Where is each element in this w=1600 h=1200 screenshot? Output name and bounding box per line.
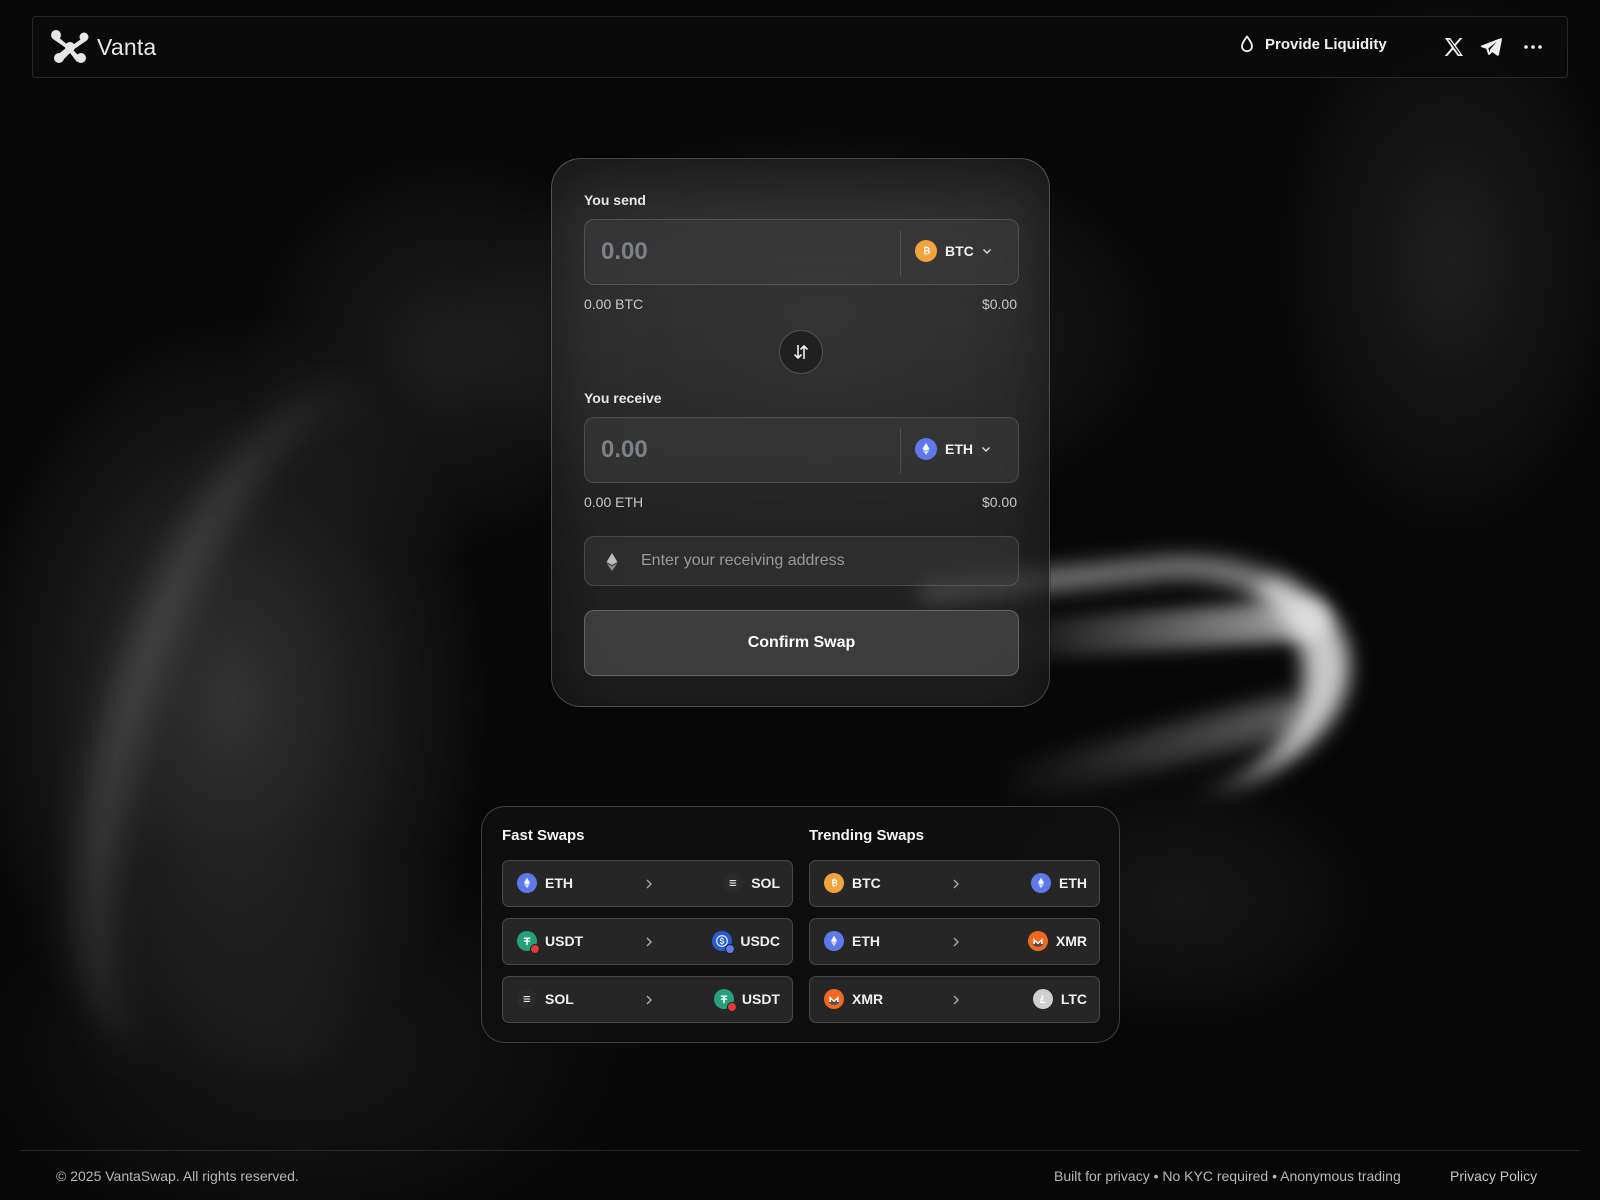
receive-balance: 0.00 ETH bbox=[584, 494, 644, 510]
confirm-swap-button[interactable]: Confirm Swap bbox=[584, 610, 1019, 676]
footer-divider bbox=[20, 1150, 1580, 1151]
chevron-down-icon bbox=[982, 447, 990, 452]
send-label: You send bbox=[584, 192, 646, 208]
address-field bbox=[584, 536, 1019, 586]
send-token-symbol: BTC bbox=[945, 243, 974, 259]
field-divider bbox=[900, 230, 901, 276]
network-badge bbox=[530, 944, 540, 954]
trending-swap-pair[interactable]: XMR LTC bbox=[809, 976, 1100, 1023]
chevron-right-icon bbox=[953, 995, 959, 1005]
chevron-right-icon bbox=[646, 879, 652, 889]
receive-usd-value: $0.00 bbox=[981, 494, 1017, 510]
swap-direction-icon bbox=[793, 344, 809, 360]
privacy-policy-link[interactable]: Privacy Policy bbox=[1450, 1168, 1537, 1184]
send-amount-input[interactable] bbox=[601, 220, 891, 284]
fast-swap-pair[interactable]: ETH SOL bbox=[502, 860, 793, 907]
pair-to: ETH bbox=[1059, 875, 1087, 891]
receive-token-selector[interactable]: ETH bbox=[915, 438, 991, 460]
smoke-wisp bbox=[9, 350, 511, 1110]
usdc-icon bbox=[712, 931, 736, 954]
tether-icon bbox=[517, 931, 540, 954]
send-balance: 0.00 BTC bbox=[584, 296, 644, 312]
field-divider bbox=[900, 428, 901, 474]
tether-icon bbox=[713, 989, 737, 1012]
bitcoin-icon bbox=[824, 873, 844, 893]
monero-icon bbox=[824, 989, 844, 1009]
chevron-right-icon bbox=[953, 937, 959, 947]
ethereum-icon bbox=[606, 553, 618, 571]
network-badge bbox=[726, 1002, 737, 1012]
trending-swap-pair[interactable]: BTC ETH bbox=[809, 860, 1100, 907]
receive-token-symbol: ETH bbox=[945, 441, 973, 457]
footer-tagline: Built for privacy • No KYC required • An… bbox=[1054, 1168, 1401, 1184]
ethereum-icon bbox=[1031, 873, 1051, 893]
provide-liquidity-link[interactable]: Provide Liquidity bbox=[1239, 35, 1387, 53]
pair-to: LTC bbox=[1060, 991, 1087, 1007]
pair-to: USDC bbox=[740, 933, 780, 949]
pair-from: ETH bbox=[852, 933, 880, 949]
provide-liquidity-label: Provide Liquidity bbox=[1265, 35, 1387, 53]
swap-card: You send BTC 0.00 BTC $0.00 You receive … bbox=[551, 158, 1050, 707]
monero-icon bbox=[1027, 931, 1048, 951]
send-field: BTC bbox=[584, 219, 1019, 285]
solana-icon bbox=[517, 989, 537, 1009]
receive-field: ETH bbox=[584, 417, 1019, 483]
more-icon[interactable] bbox=[1521, 35, 1545, 59]
chevron-down-icon bbox=[982, 249, 991, 254]
logo-text: Vanta bbox=[97, 33, 157, 60]
bitcoin-icon bbox=[915, 240, 937, 262]
pair-to: USDT bbox=[741, 991, 780, 1007]
fast-swap-pair[interactable]: SOL USDT bbox=[502, 976, 793, 1023]
pair-from: SOL bbox=[545, 991, 574, 1007]
receive-label: You receive bbox=[584, 390, 662, 406]
fast-swap-pair[interactable]: USDT USDC bbox=[502, 918, 793, 965]
receiving-address-input[interactable] bbox=[641, 537, 1001, 585]
pair-to: XMR bbox=[1055, 933, 1087, 949]
droplet-icon bbox=[1241, 35, 1253, 53]
swap-direction-button[interactable] bbox=[779, 330, 823, 374]
pair-to: SOL bbox=[751, 875, 780, 891]
top-nav: Vanta Provide Liquidity bbox=[32, 16, 1568, 78]
fast-swaps-title: Fast Swaps bbox=[502, 827, 585, 844]
ethereum-icon bbox=[915, 438, 937, 460]
litecoin-icon bbox=[1032, 989, 1053, 1009]
chevron-right-icon bbox=[646, 937, 652, 947]
trending-swaps-title: Trending Swaps bbox=[809, 827, 925, 844]
receive-amount-input[interactable] bbox=[601, 418, 891, 482]
pair-from: ETH bbox=[545, 875, 573, 891]
vanta-logo-icon bbox=[51, 30, 89, 63]
swap-suggestions-panel: Fast Swaps Trending Swaps ETH SOL USDT U… bbox=[481, 806, 1120, 1043]
pair-from: USDT bbox=[545, 933, 584, 949]
telegram-icon[interactable] bbox=[1479, 35, 1503, 59]
ethereum-icon bbox=[517, 873, 537, 893]
solana-icon bbox=[723, 873, 744, 893]
send-token-selector[interactable]: BTC bbox=[915, 240, 992, 262]
send-usd-value: $0.00 bbox=[981, 296, 1017, 312]
trending-swap-pair[interactable]: ETH XMR bbox=[809, 918, 1100, 965]
chevron-right-icon bbox=[646, 995, 652, 1005]
network-badge bbox=[725, 944, 736, 954]
logo[interactable]: Vanta bbox=[49, 29, 156, 65]
pair-from: BTC bbox=[852, 875, 881, 891]
chevron-right-icon bbox=[953, 879, 959, 889]
ethereum-icon bbox=[824, 931, 844, 951]
x-logo-icon[interactable] bbox=[1442, 35, 1466, 59]
copyright-text: © 2025 VantaSwap. All rights reserved. bbox=[56, 1168, 299, 1184]
pair-from: XMR bbox=[852, 991, 884, 1007]
